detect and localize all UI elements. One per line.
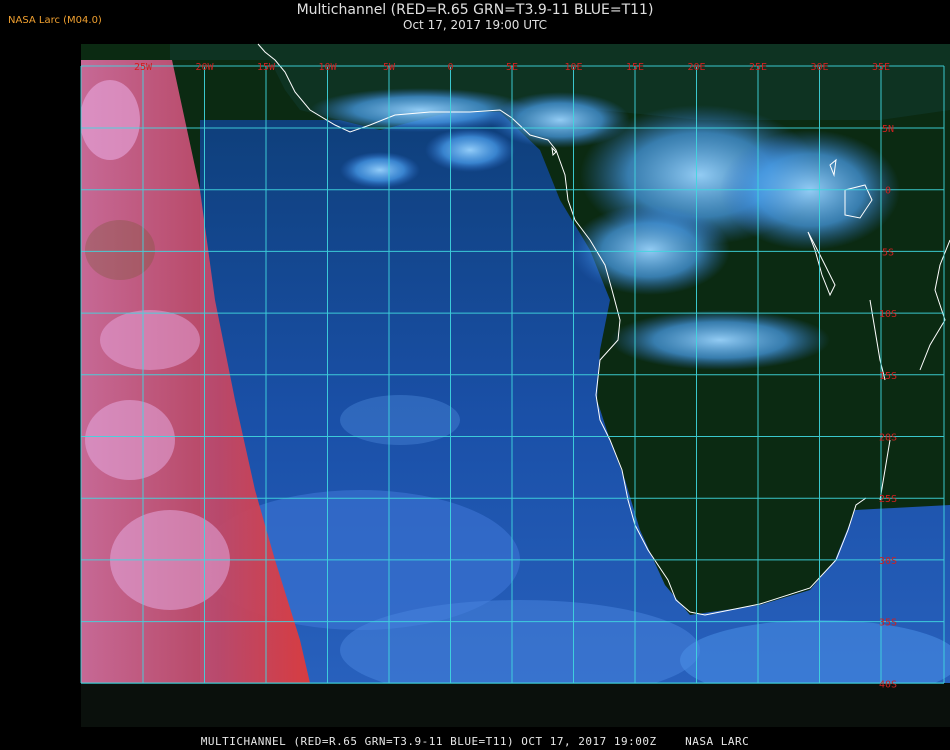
latitude-label: 0: [885, 186, 891, 197]
latitude-label: 25S: [879, 494, 897, 505]
longitude-label: 15E: [626, 62, 644, 73]
footer-caption: MULTICHANNEL (RED=R.65 GRN=T3.9-11 BLUE=…: [200, 735, 750, 748]
cloud-patch: [425, 128, 515, 172]
strip-cloud: [85, 220, 155, 280]
latitude-label: 10S: [879, 309, 897, 320]
satellite-map: 25W 20W 15W 10W 5W 0 5E 10E 15E 20E 25E 30E 35E 5N 0 5S…: [80, 43, 950, 727]
longitude-label: 5E: [506, 62, 518, 73]
latitude-label: 15S: [879, 371, 897, 382]
longitude-label: 10W: [318, 62, 337, 73]
strip-cloud: [85, 400, 175, 480]
longitude-label: 20W: [195, 62, 214, 73]
cloud-patch: [340, 395, 460, 445]
longitude-label: 0: [447, 62, 453, 73]
latitude-label: 30S: [879, 556, 897, 567]
latitude-label: 35S: [879, 618, 897, 629]
longitude-label: 20E: [687, 62, 705, 73]
longitude-label: 35E: [872, 62, 890, 73]
longitude-label: 5W: [383, 62, 396, 73]
longitude-label: 25W: [134, 62, 153, 73]
cloud-patch: [610, 310, 830, 370]
latitude-label: 40S: [879, 679, 897, 690]
longitude-label: 25E: [749, 62, 767, 73]
latitude-label: 5S: [882, 247, 894, 258]
longitude-label: 10E: [564, 62, 582, 73]
strip-cloud: [100, 310, 200, 370]
latitude-label: 5N: [882, 124, 894, 135]
cloud-patch: [340, 152, 420, 188]
strip-cloud: [81, 80, 140, 160]
longitude-label: 30E: [810, 62, 828, 73]
cloud-patch: [570, 205, 730, 295]
latitude-label: 20S: [879, 433, 897, 444]
image-bottom-band: [81, 683, 950, 727]
longitude-label: 15W: [257, 62, 276, 73]
